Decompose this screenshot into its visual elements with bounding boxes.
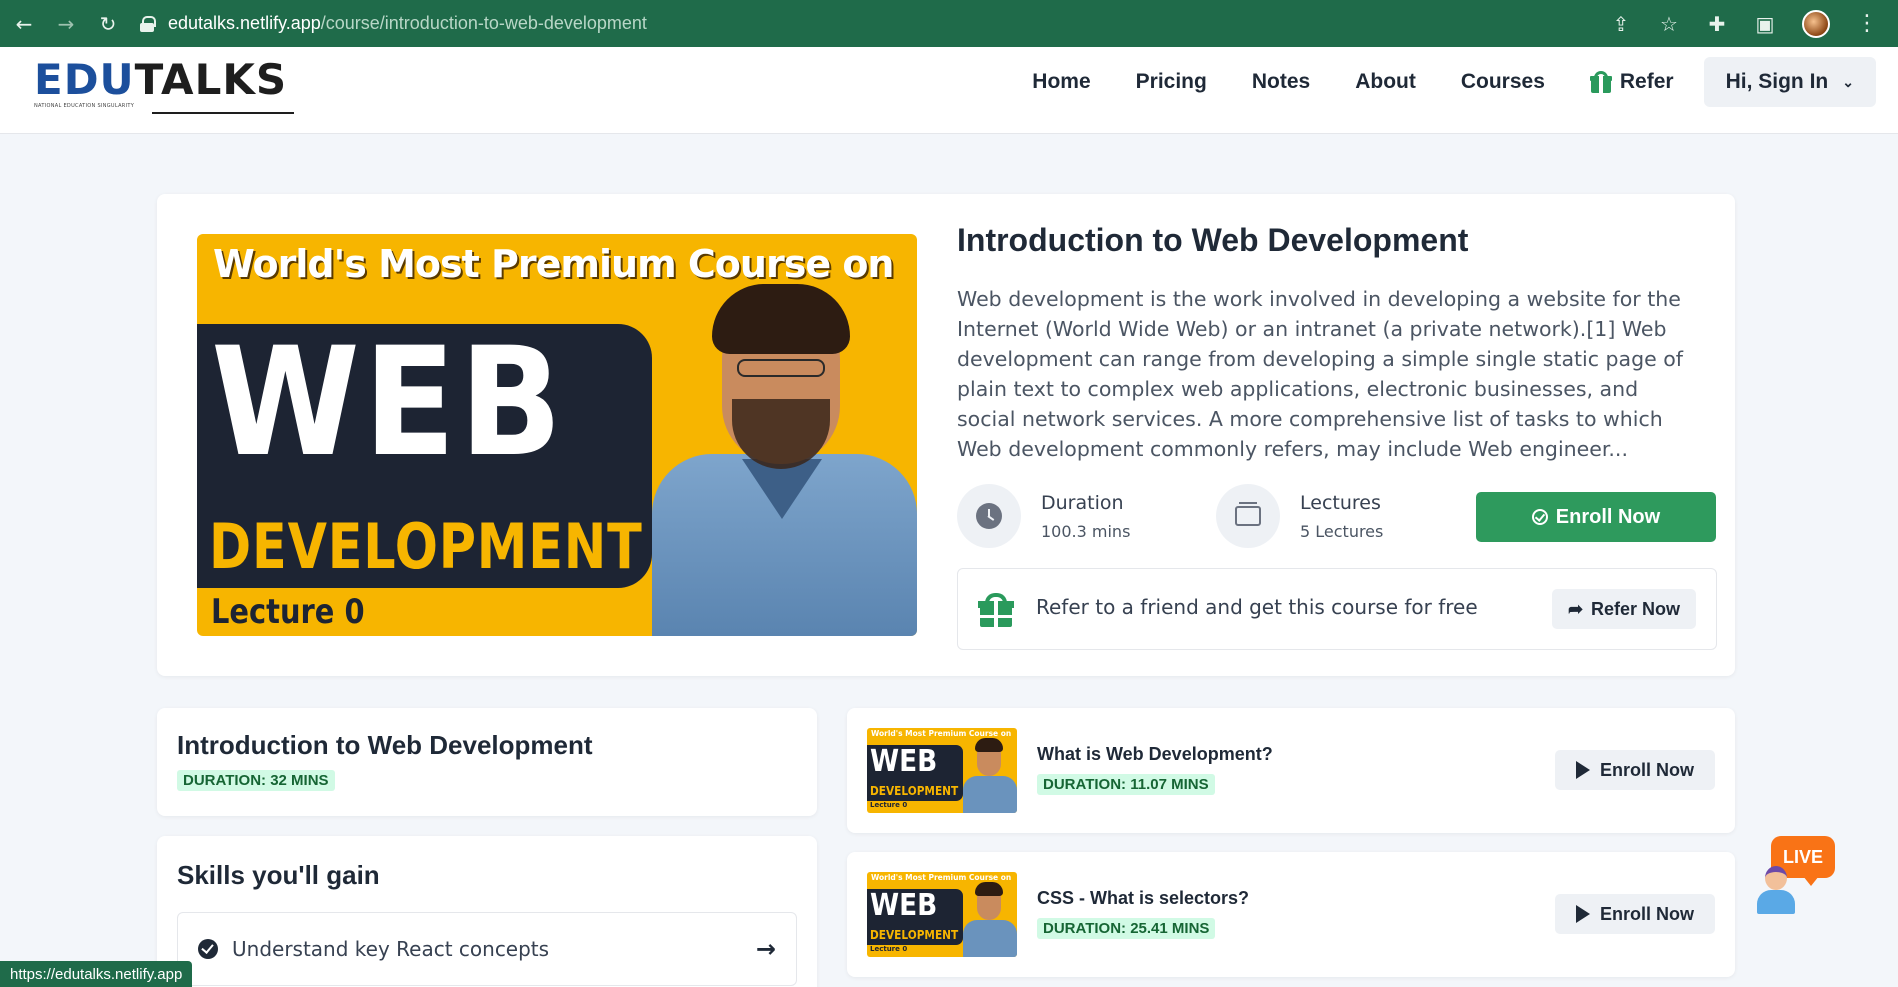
back-icon[interactable]: ← xyxy=(8,8,40,40)
signin-button[interactable]: Hi, Sign In ⌄ xyxy=(1703,57,1876,107)
info-card-title: Introduction to Web Development xyxy=(177,730,593,760)
thumbnail-web-text: WEB xyxy=(211,316,566,490)
lectures-value: 5 Lectures xyxy=(1300,521,1384,541)
lecture-title: What is Web Development? xyxy=(1037,744,1273,764)
reload-icon[interactable]: ↻ xyxy=(92,8,124,40)
skill-item[interactable]: Understand key React concepts → xyxy=(177,912,797,986)
lecture-enroll-button[interactable]: Enroll Now xyxy=(1555,750,1715,790)
share-arrow-icon: ➦ xyxy=(1567,598,1584,619)
nav-notes[interactable]: Notes xyxy=(1252,70,1310,94)
edutalks-logo[interactable]: EDUTALKS NATIONAL EDUCATION SINGULARITY xyxy=(34,55,294,117)
clock-icon xyxy=(957,484,1021,548)
lecture-duration-badge: DURATION: 25.41 MINS xyxy=(1037,918,1216,939)
browser-toolbar: ← → ↻ edutalks.netlify.app/course/introd… xyxy=(0,0,1898,47)
logo-wordmark: EDUTALKS xyxy=(34,55,288,104)
live-bubble-tail xyxy=(1803,876,1819,886)
duration-value: 100.3 mins xyxy=(1041,521,1131,541)
duration-badge: DURATION: 32 MINS xyxy=(177,770,335,791)
enroll-now-button[interactable]: Enroll Now xyxy=(1476,492,1716,542)
extensions-icon[interactable]: ✚ xyxy=(1706,12,1728,36)
browser-tools: ⇪ ☆ ✚ ▣ ⋮ xyxy=(1610,0,1878,47)
course-description: Web development is the work involved in … xyxy=(957,287,1684,461)
check-circle-icon xyxy=(1531,509,1548,525)
signin-label: Hi, Sign In xyxy=(1725,70,1829,93)
skills-title: Skills you'll gain xyxy=(177,860,380,890)
enroll-now-label: Enroll Now xyxy=(1555,505,1661,528)
logo-underline xyxy=(152,104,294,114)
nav-home[interactable]: Home xyxy=(1032,70,1090,94)
refer-now-label: Refer Now xyxy=(1591,598,1681,619)
url-path: /course/introduction-to-web-development xyxy=(320,13,647,33)
browser-nav-buttons: ← → ↻ xyxy=(0,8,124,40)
lecture-card: World's Most Premium Course on WEB DEVEL… xyxy=(847,708,1735,833)
instructor-photo xyxy=(652,284,917,636)
duration-label: Duration xyxy=(1041,491,1124,514)
lecture-thumbnail: World's Most Premium Course on WEB DEVEL… xyxy=(867,872,1017,957)
lecture-card: World's Most Premium Course on WEB DEVEL… xyxy=(847,852,1735,977)
nav-pricing[interactable]: Pricing xyxy=(1136,70,1207,94)
arrow-right-icon: → xyxy=(755,935,776,963)
gift-icon xyxy=(978,593,1014,627)
gift-icon xyxy=(1589,71,1612,93)
sidebar-icon[interactable]: ▣ xyxy=(1754,12,1776,36)
lecture-enroll-button[interactable]: Enroll Now xyxy=(1555,894,1715,934)
course-thumbnail: World's Most Premium Course on WEB DEVEL… xyxy=(197,234,917,636)
chevron-down-icon: ⌄ xyxy=(1842,73,1854,90)
refer-now-button[interactable]: ➦ Refer Now xyxy=(1552,589,1696,629)
nav-about[interactable]: About xyxy=(1355,70,1416,94)
support-agent-icon xyxy=(1757,866,1795,914)
status-bar-url: https://edutalks.netlify.app xyxy=(0,961,193,987)
lectures-label: Lectures xyxy=(1300,491,1381,514)
layers-icon xyxy=(1216,484,1280,548)
skills-card: Skills you'll gain Understand key React … xyxy=(157,836,817,987)
nav-refer[interactable]: Refer xyxy=(1589,70,1674,94)
main-nav: Home Pricing Notes About Courses Refer H… xyxy=(1032,57,1876,107)
play-icon xyxy=(1576,761,1590,779)
refer-friend-text: Refer to a friend and get this course fo… xyxy=(1036,595,1478,619)
lecture-enroll-label: Enroll Now xyxy=(1600,903,1694,924)
thumbnail-headline: World's Most Premium Course on xyxy=(213,242,894,286)
forward-icon[interactable]: → xyxy=(50,8,82,40)
course-title: Introduction to Web Development xyxy=(957,222,1469,258)
lecture-title: CSS - What is selectors? xyxy=(1037,888,1250,908)
profile-avatar[interactable] xyxy=(1802,9,1830,38)
nav-refer-label: Refer xyxy=(1619,70,1674,93)
skill-label: Understand key React concepts xyxy=(232,937,550,961)
lectures-meta: Lectures 5 Lectures xyxy=(1216,484,1383,548)
star-icon[interactable]: ☆ xyxy=(1658,12,1680,36)
refer-friend-box: Refer to a friend and get this course fo… xyxy=(957,568,1717,650)
duration-meta: Duration 100.3 mins xyxy=(957,484,1130,548)
thumbnail-development-text: DEVELOPMENT xyxy=(209,510,643,583)
url-host: edutalks.netlify.app xyxy=(168,13,321,33)
thumbnail-lecture-text: Lecture 0 xyxy=(211,592,365,632)
check-circle-icon xyxy=(198,939,218,959)
course-hero-card: World's Most Premium Course on WEB DEVEL… xyxy=(157,194,1735,676)
play-icon xyxy=(1576,905,1590,923)
share-icon[interactable]: ⇪ xyxy=(1610,12,1632,36)
course-info-card: Introduction to Web Development DURATION… xyxy=(157,708,817,816)
kebab-menu-icon[interactable]: ⋮ xyxy=(1856,11,1878,36)
address-bar[interactable]: edutalks.netlify.app/course/introduction… xyxy=(140,8,1720,40)
lecture-enroll-label: Enroll Now xyxy=(1600,759,1694,780)
lock-icon[interactable] xyxy=(140,15,156,32)
lecture-duration-badge: DURATION: 11.07 MINS xyxy=(1037,774,1215,795)
site-header: EDUTALKS NATIONAL EDUCATION SINGULARITY … xyxy=(0,47,1898,134)
lecture-thumbnail: World's Most Premium Course on WEB DEVEL… xyxy=(867,728,1017,813)
nav-courses[interactable]: Courses xyxy=(1461,70,1545,94)
live-chat-widget[interactable]: LIVE xyxy=(1755,836,1835,914)
